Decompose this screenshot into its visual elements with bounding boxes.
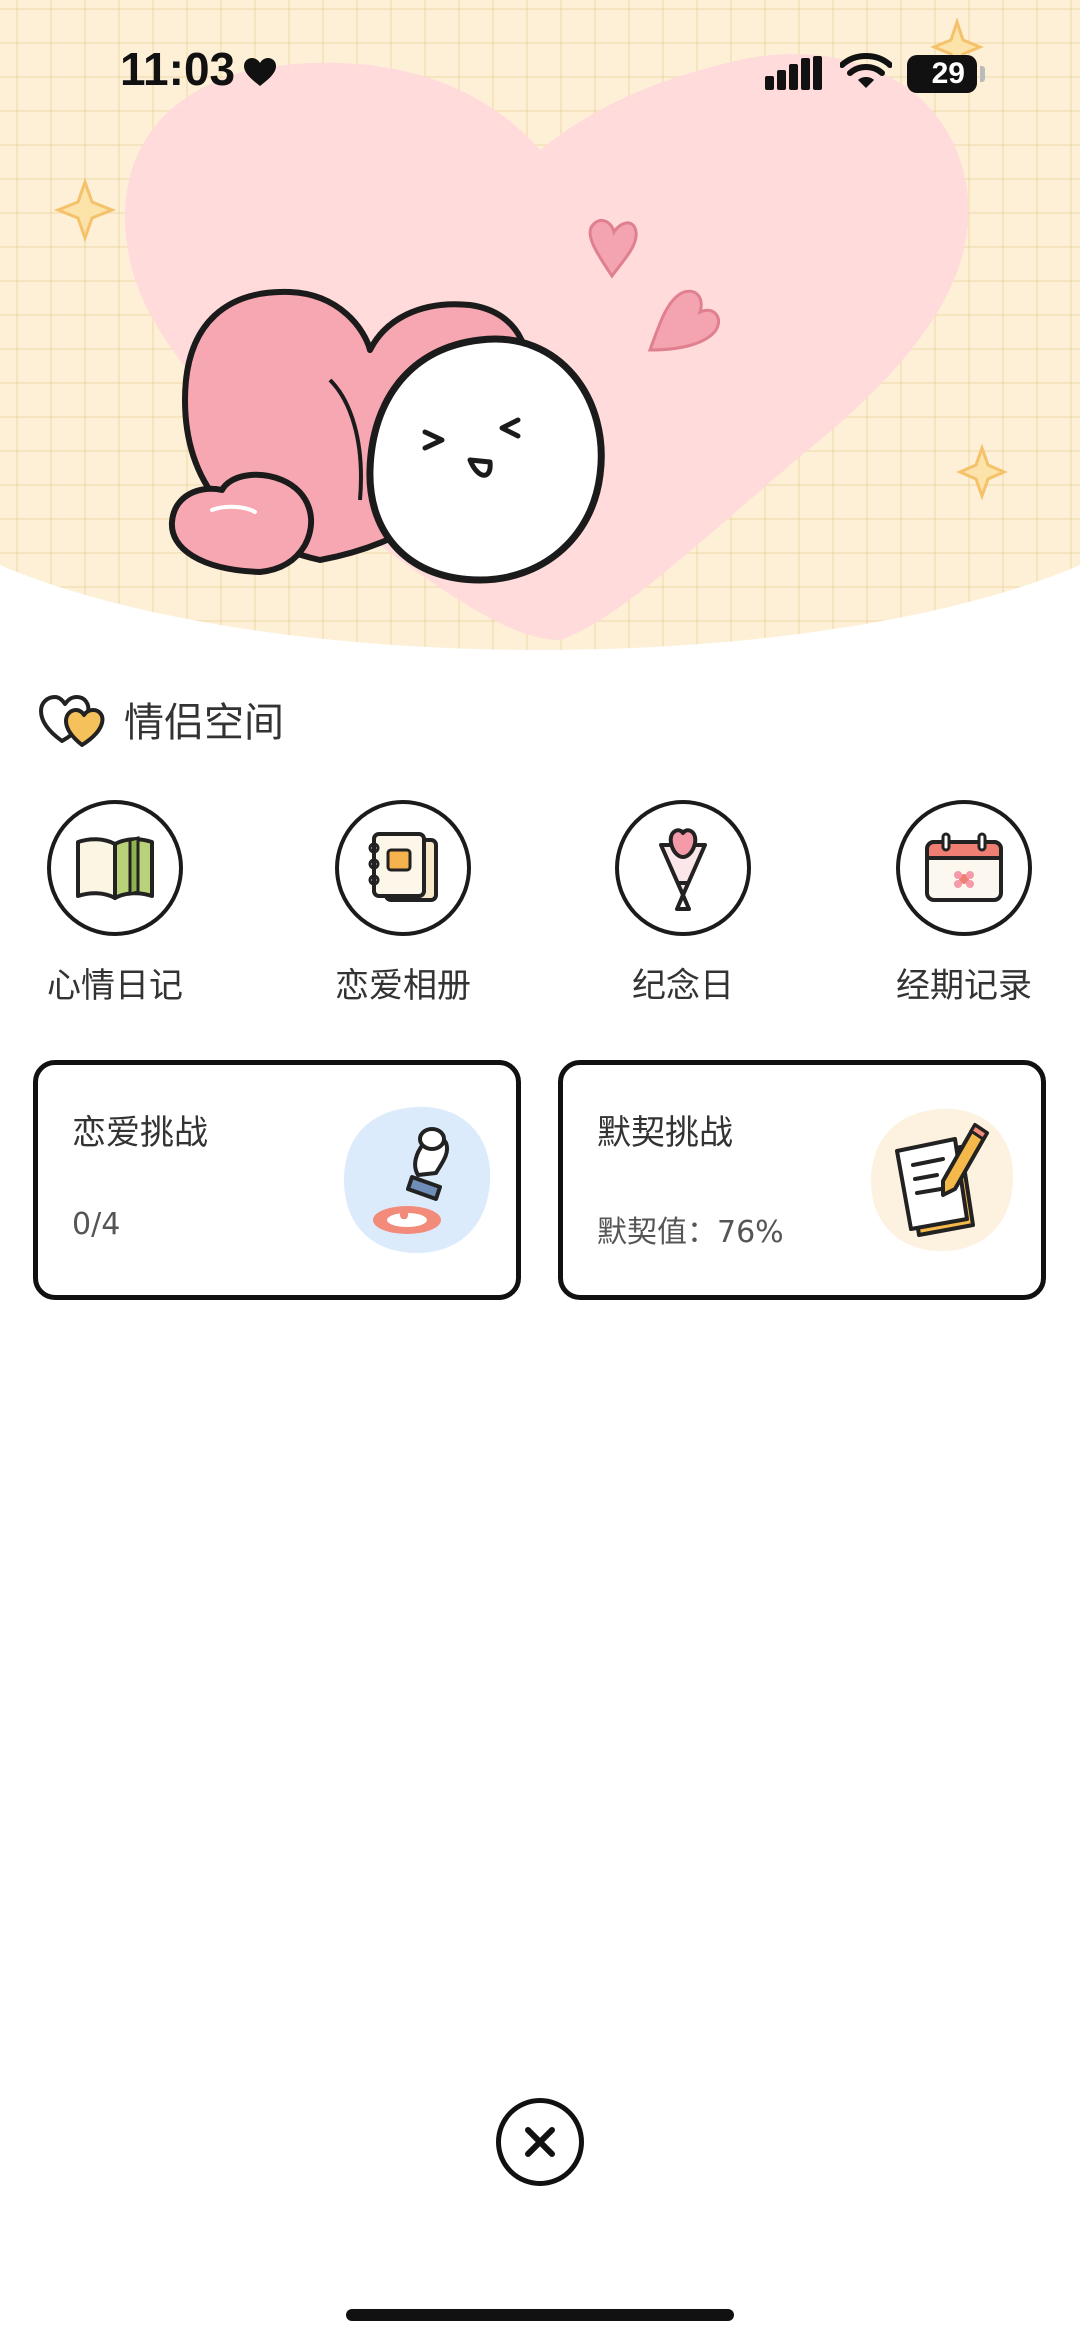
stamp-icon — [344, 1106, 491, 1253]
love-challenge-card[interactable]: 恋爱挑战 0/4 — [33, 1060, 521, 1300]
section-title: 情侣空间 — [124, 700, 284, 746]
battery-indicator: 29 — [907, 55, 977, 93]
sparkle-right-icon — [956, 443, 1008, 501]
feature-label: 纪念日 — [632, 966, 734, 1006]
close-icon — [525, 2127, 555, 2157]
wifi-icon — [840, 53, 892, 88]
feature-icon-ring — [335, 800, 471, 936]
card-progress: 0/4 — [72, 1207, 121, 1242]
hero-illustration — [53, 17, 1008, 640]
feature-icon-ring — [896, 800, 1032, 936]
hero-banner — [0, 0, 1080, 650]
status-heart-icon — [244, 58, 276, 86]
feature-icon-ring — [47, 800, 183, 936]
double-heart-icon — [39, 695, 105, 747]
cellular-signal-icon — [765, 56, 822, 90]
close-button[interactable] — [496, 2098, 584, 2186]
section-header: 情侣空间 — [38, 690, 284, 748]
feature-love-album[interactable]: 恋爱相册 — [313, 800, 493, 1007]
status-time: 11:03 — [120, 43, 236, 95]
small-pink-heart-icon — [168, 471, 315, 575]
feature-icon-ring — [615, 800, 751, 936]
tacit-challenge-card[interactable]: 默契挑战 默契值：76% — [558, 1060, 1046, 1300]
feature-label: 经期记录 — [896, 966, 1032, 1006]
photo-album-icon — [368, 832, 438, 902]
flower-bouquet-icon — [659, 828, 707, 911]
feature-shortcuts: 心情日记 恋爱相册 纪念日 经期记录 — [0, 800, 1080, 1020]
calendar-flower-icon — [925, 832, 1003, 902]
couple-space-screen: 11:03 29 情侣空间 心情日记 恋爱相册 纪念日 经期记录 恋爱挑战 0/… — [0, 0, 1080, 2341]
feature-label: 恋爱相册 — [335, 966, 471, 1006]
feature-label: 心情日记 — [47, 966, 183, 1006]
home-indicator[interactable] — [346, 2309, 734, 2321]
card-title: 恋爱挑战 — [72, 1113, 208, 1153]
card-score: 默契值：76% — [597, 1215, 784, 1250]
feature-mood-diary[interactable]: 心情日记 — [25, 800, 205, 1007]
open-book-icon — [76, 836, 154, 900]
pencil-paper-icon — [871, 1108, 1014, 1251]
sparkle-left-icon — [53, 177, 117, 243]
feature-anniversary[interactable]: 纪念日 — [593, 800, 773, 1007]
battery-cap — [980, 66, 985, 82]
feature-period-record[interactable]: 经期记录 — [874, 800, 1054, 1007]
card-title: 默契挑战 — [597, 1113, 733, 1153]
